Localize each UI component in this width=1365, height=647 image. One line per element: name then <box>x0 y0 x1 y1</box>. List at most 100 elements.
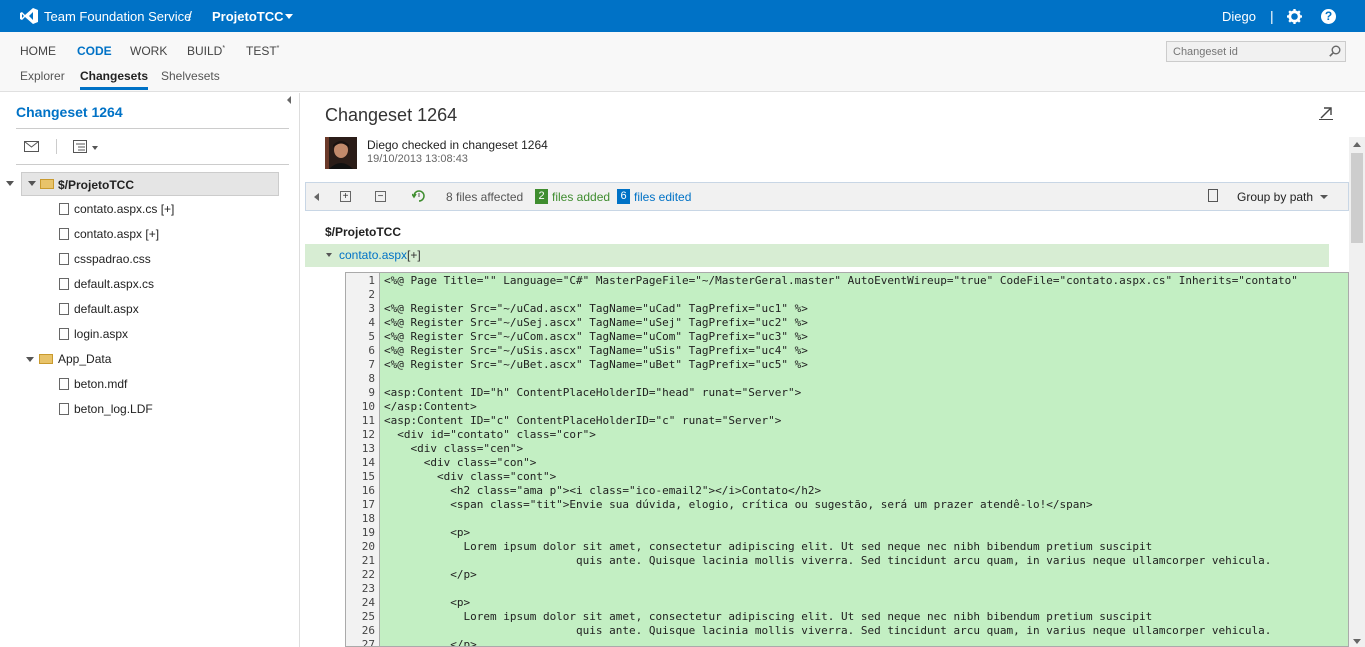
files-added-label[interactable]: files added <box>552 190 610 204</box>
line-number: 23 <box>361 582 375 595</box>
tree-folder[interactable]: App_Data <box>58 352 111 366</box>
document-icon[interactable] <box>1208 189 1218 202</box>
tree-file[interactable]: beton_log.LDF <box>74 402 153 416</box>
tree-file[interactable]: csspadrao.css <box>74 252 151 266</box>
code-line: <p> <box>384 526 471 539</box>
tree-file[interactable]: contato.aspx.cs [+] <box>74 202 174 216</box>
code-line: <h2 class="ama p"><i class="ico-email2">… <box>384 484 822 497</box>
maximize-icon[interactable] <box>1319 106 1333 120</box>
user-separator: | <box>1270 8 1274 24</box>
collapse-icon[interactable]: − <box>375 191 386 202</box>
line-number: 14 <box>361 456 375 469</box>
code-line: Lorem ipsum dolor sit amet, consectetur … <box>384 540 1153 553</box>
tree-file[interactable]: default.aspx.cs <box>74 277 154 291</box>
line-number: 10 <box>361 400 375 413</box>
code-line: <div id="contato" class="cor"> <box>384 428 596 441</box>
folder-path: $/ProjetoTCC <box>325 225 402 239</box>
code-line: <span class="tit">Envie sua dúvida, elog… <box>384 498 1093 511</box>
code-line: <%@ Register Src="~/uSej.ascx" TagName="… <box>384 316 808 329</box>
expand-arrow-icon[interactable] <box>28 181 36 186</box>
line-number: 24 <box>361 596 375 609</box>
line-number: 16 <box>361 484 375 497</box>
changeset-id-input[interactable] <box>1167 42 1317 61</box>
scrollbar-thumb[interactable] <box>1351 153 1363 243</box>
tree-file[interactable]: beton.mdf <box>74 377 127 391</box>
tab-explorer[interactable]: Explorer <box>20 69 65 83</box>
help-icon[interactable]: ? <box>1321 9 1336 24</box>
file-header[interactable]: contato.aspx [+] <box>305 244 1329 267</box>
line-number: 15 <box>361 470 375 483</box>
tab-shelvesets[interactable]: Shelvesets <box>161 69 220 83</box>
changeset-tree-pane: Changeset 1264 $/ProjetoTCC contato.aspx… <box>0 93 300 647</box>
service-name[interactable]: Team Foundation Service <box>44 9 191 24</box>
line-number-gutter: 1 2 3 4 5 6 7 8 9 10 11 12 13 14 15 16 17 18 19 20 21 22 23 24 2… <box>346 273 380 647</box>
nav-code[interactable]: CODE <box>77 44 112 58</box>
line-number: 6 <box>368 344 375 357</box>
tree-root-row[interactable]: $/ProjetoTCC <box>21 172 279 196</box>
scroll-down-icon[interactable] <box>1353 639 1361 644</box>
expand-arrow-icon[interactable] <box>6 181 14 186</box>
files-affected-label: 8 files affected <box>446 190 524 204</box>
line-number: 27 <box>361 638 375 647</box>
expand-arrow-icon[interactable] <box>326 253 332 257</box>
code-line: </p> <box>384 568 477 581</box>
code-line: <asp:Content ID="c" ContentPlaceHolderID… <box>384 414 782 427</box>
line-number: 4 <box>368 316 375 329</box>
expand-arrow-icon[interactable] <box>26 357 34 362</box>
collapse-pane-icon[interactable] <box>287 96 291 104</box>
file-icon <box>59 328 69 340</box>
code-line: <div class="cont"> <box>384 470 557 483</box>
gear-icon[interactable] <box>1287 9 1302 24</box>
code-view[interactable]: 1 2 3 4 5 6 7 8 9 10 11 12 13 14 15 16 17 18 19 20 21 22 23 24 2… <box>345 272 1349 647</box>
collapse-all-icon[interactable] <box>314 193 319 201</box>
line-number: 8 <box>368 372 375 385</box>
nav-test[interactable]: TEST* <box>246 44 279 58</box>
visual-studio-logo-icon[interactable] <box>20 8 38 24</box>
code-line: <%@ Register Src="~/uCad.ascx" TagName="… <box>384 302 808 315</box>
project-dropdown-icon[interactable] <box>285 14 293 19</box>
file-link[interactable]: contato.aspx <box>339 248 407 262</box>
file-icon <box>59 378 69 390</box>
files-edited-label[interactable]: files edited <box>634 190 691 204</box>
line-number: 7 <box>368 358 375 371</box>
view-dropdown-icon[interactable] <box>92 146 98 150</box>
line-number: 25 <box>361 610 375 623</box>
file-icon <box>59 403 69 415</box>
nav-home[interactable]: HOME <box>20 44 56 58</box>
nav-work[interactable]: WORK <box>130 44 167 58</box>
group-by-dropdown[interactable]: Group by path <box>1237 190 1313 204</box>
code-line: quis ante. Quisque lacinia mollis viverr… <box>384 624 1272 637</box>
code-line: <%@ Register Src="~/uSis.ascx" TagName="… <box>384 344 808 357</box>
line-number: 17 <box>361 498 375 511</box>
search-icon[interactable] <box>1329 45 1341 57</box>
line-number: 20 <box>361 540 375 553</box>
tree-file[interactable]: default.aspx <box>74 302 139 316</box>
project-name[interactable]: ProjetoTCC <box>212 9 284 24</box>
code-line: <%@ Page Title="" Language="C#" MasterPa… <box>384 274 1298 287</box>
tree-file[interactable]: contato.aspx [+] <box>74 227 159 241</box>
tree-view-icon[interactable] <box>73 140 87 153</box>
tree-root-label: $/ProjetoTCC <box>58 178 135 192</box>
code-line: </p> <box>384 638 477 647</box>
line-number: 21 <box>361 554 375 567</box>
user-name[interactable]: Diego <box>1222 9 1256 24</box>
changeset-search <box>1166 41 1346 62</box>
code-line: quis ante. Quisque lacinia mollis viverr… <box>384 554 1272 567</box>
checkin-date: 19/10/2013 13:08:43 <box>367 153 468 165</box>
nav-build[interactable]: BUILD* <box>187 44 225 58</box>
file-change-tag: [+] <box>407 248 421 262</box>
code-line: </asp:Content> <box>384 400 477 413</box>
folder-icon <box>39 354 53 364</box>
code-line: <%@ Register Src="~/uBet.ascx" TagName="… <box>384 358 808 371</box>
navigation-bar: HOME CODE WORK BUILD* TEST* Explorer Cha… <box>0 32 1365 92</box>
history-icon[interactable] <box>412 190 426 203</box>
line-number: 12 <box>361 428 375 441</box>
chevron-down-icon[interactable] <box>1320 195 1328 199</box>
email-icon[interactable] <box>24 141 39 152</box>
scroll-up-icon[interactable] <box>1353 142 1361 147</box>
tree-file[interactable]: login.aspx <box>74 327 128 341</box>
file-icon <box>59 303 69 315</box>
expand-icon[interactable]: + <box>340 191 351 202</box>
tab-changesets[interactable]: Changesets <box>80 69 149 90</box>
files-edited-count: 6 <box>617 189 630 204</box>
